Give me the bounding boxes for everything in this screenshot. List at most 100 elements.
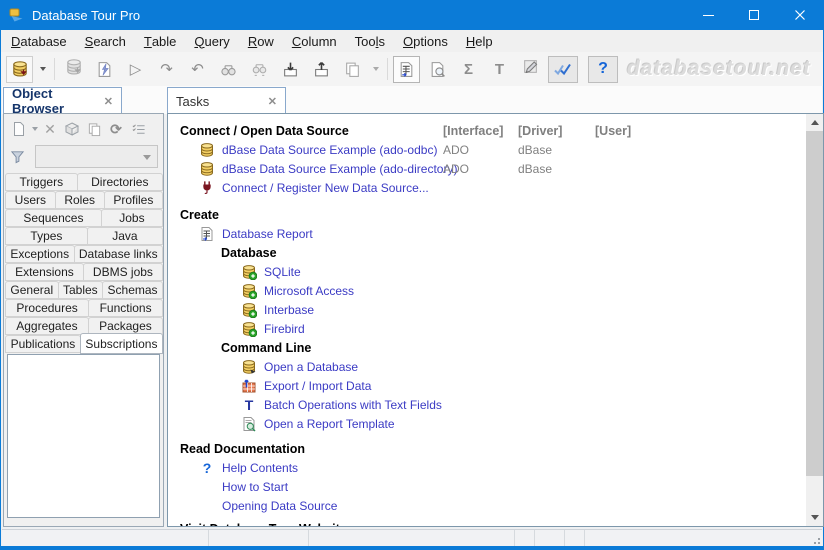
open-datasource-dropdown[interactable] xyxy=(37,56,49,83)
opening-datasource-link[interactable]: Opening Data Source xyxy=(222,499,337,513)
help-button[interactable]: ? xyxy=(588,56,618,83)
tab-jobs[interactable]: Jobs xyxy=(101,209,163,227)
scroll-down-button[interactable] xyxy=(806,509,823,526)
batch-text-link[interactable]: Batch Operations with Text Fields xyxy=(264,398,442,412)
how-to-start-link[interactable]: How to Start xyxy=(222,480,288,494)
export-import-link[interactable]: Export / Import Data xyxy=(264,379,371,393)
text-fields-button[interactable]: T xyxy=(486,56,513,83)
connect-new-link[interactable]: Connect / Register New Data Source... xyxy=(222,181,429,195)
new-object-button[interactable] xyxy=(8,118,30,140)
execute-button[interactable]: ▷ xyxy=(122,56,149,83)
redo-icon: ↷ xyxy=(160,62,173,77)
menu-options[interactable]: Options xyxy=(394,30,457,52)
tab-java[interactable]: Java xyxy=(87,227,163,245)
tab-types[interactable]: Types xyxy=(5,227,88,245)
delete-object-button[interactable]: ✕ xyxy=(39,118,61,140)
print-preview-button[interactable] xyxy=(424,56,451,83)
tab-directories[interactable]: Directories xyxy=(77,173,163,191)
export-button[interactable] xyxy=(308,56,335,83)
create-access-link[interactable]: Microsoft Access xyxy=(264,284,354,298)
status-cell xyxy=(209,530,309,546)
datasource-link[interactable]: dBase Data Source Example (ado-directory… xyxy=(222,162,457,176)
tab-tasks[interactable]: Tasks ✕ xyxy=(167,87,286,114)
vertical-scrollbar[interactable] xyxy=(806,114,823,526)
object-list[interactable] xyxy=(7,354,160,518)
tab-schemas[interactable]: Schemas xyxy=(102,281,163,299)
new-object-dropdown[interactable] xyxy=(30,127,39,131)
grip-dots-icon xyxy=(818,542,820,544)
open-datasource-button[interactable] xyxy=(6,56,33,83)
copy-object-button[interactable] xyxy=(83,118,105,140)
menu-query[interactable]: Query xyxy=(185,30,238,52)
tab-sequences[interactable]: Sequences xyxy=(5,209,102,227)
copy-button[interactable] xyxy=(339,56,366,83)
report-template-icon xyxy=(241,416,257,432)
tab-general[interactable]: General xyxy=(5,281,59,299)
close-button[interactable] xyxy=(777,0,823,30)
interface-value: ADO xyxy=(443,143,469,157)
filter-combobox[interactable] xyxy=(35,145,158,168)
scroll-up-button[interactable] xyxy=(806,114,823,131)
maximize-icon xyxy=(749,10,759,20)
copy-dropdown[interactable] xyxy=(370,56,382,83)
aggregate-button[interactable]: Σ xyxy=(455,56,482,83)
replace-button[interactable] xyxy=(246,56,273,83)
resize-grip[interactable] xyxy=(808,530,822,546)
menu-database[interactable]: Database xyxy=(2,30,76,52)
create-interbase-link[interactable]: Interbase xyxy=(264,303,314,317)
edit-pen-icon xyxy=(522,58,539,80)
filter-funnel-icon xyxy=(10,149,25,164)
tab-exceptions[interactable]: Exceptions xyxy=(5,245,75,263)
menu-search[interactable]: Search xyxy=(76,30,135,52)
tab-triggers[interactable]: Triggers xyxy=(5,173,78,191)
create-firebird-link[interactable]: Firebird xyxy=(264,322,305,336)
tab-subscriptions[interactable]: Subscriptions xyxy=(80,333,163,354)
tab-aggregates[interactable]: Aggregates xyxy=(5,317,89,335)
tab-functions[interactable]: Functions xyxy=(88,299,163,317)
help-contents-link[interactable]: Help Contents xyxy=(222,461,298,475)
tab-profiles[interactable]: Profiles xyxy=(104,191,163,209)
open-database-link[interactable]: Open a Database xyxy=(264,360,358,374)
sql-editor-button[interactable] xyxy=(91,56,118,83)
import-button[interactable] xyxy=(277,56,304,83)
tab-roles[interactable]: Roles xyxy=(55,191,105,209)
maximize-button[interactable] xyxy=(731,0,777,30)
menu-row[interactable]: Row xyxy=(239,30,283,52)
tasks-content: Connect / Open Data Source [Interface] [… xyxy=(168,114,806,526)
menu-help[interactable]: Help xyxy=(457,30,502,52)
minimize-button[interactable] xyxy=(685,0,731,30)
undo-button[interactable]: ↶ xyxy=(184,56,211,83)
tab-database-links[interactable]: Database links xyxy=(74,245,164,263)
refresh-button[interactable]: ⟳ xyxy=(105,118,127,140)
menu-label: able xyxy=(152,34,177,49)
commit-button[interactable] xyxy=(548,56,578,83)
close-tab-icon[interactable]: ✕ xyxy=(104,95,113,108)
tab-publications[interactable]: Publications xyxy=(5,335,81,353)
database-report-link[interactable]: Database Report xyxy=(222,227,313,241)
report-template-link[interactable]: Open a Report Template xyxy=(264,417,395,431)
tab-object-browser[interactable]: Object Browser ✕ xyxy=(3,87,122,114)
scrollbar-thumb[interactable] xyxy=(806,131,823,476)
properties-list-button[interactable] xyxy=(127,118,149,140)
menu-column[interactable]: Column xyxy=(283,30,346,52)
tab-extensions[interactable]: Extensions xyxy=(5,263,84,281)
package-button[interactable] xyxy=(61,118,83,140)
report-button[interactable] xyxy=(393,56,420,83)
create-sqlite-link[interactable]: SQLite xyxy=(264,265,301,279)
driver-value: dBase xyxy=(518,162,552,176)
menu-table[interactable]: Table xyxy=(135,30,186,52)
menu-tools[interactable]: Tools xyxy=(346,30,394,52)
tab-tables[interactable]: Tables xyxy=(58,281,104,299)
status-cell xyxy=(2,530,209,546)
datasource-link[interactable]: dBase Data Source Example (ado-odbc) xyxy=(222,143,437,157)
arrow-down-icon xyxy=(811,515,819,520)
tab-users[interactable]: Users xyxy=(5,191,56,209)
close-tab-icon[interactable]: ✕ xyxy=(268,95,277,108)
tab-dbms-jobs[interactable]: DBMS jobs xyxy=(83,263,163,281)
edit-record-button[interactable] xyxy=(517,56,544,83)
find-button[interactable] xyxy=(215,56,242,83)
tab-procedures[interactable]: Procedures xyxy=(5,299,89,317)
close-datasource-button[interactable] xyxy=(60,56,87,83)
binoculars-replace-icon xyxy=(251,61,268,78)
redo-button[interactable]: ↷ xyxy=(153,56,180,83)
